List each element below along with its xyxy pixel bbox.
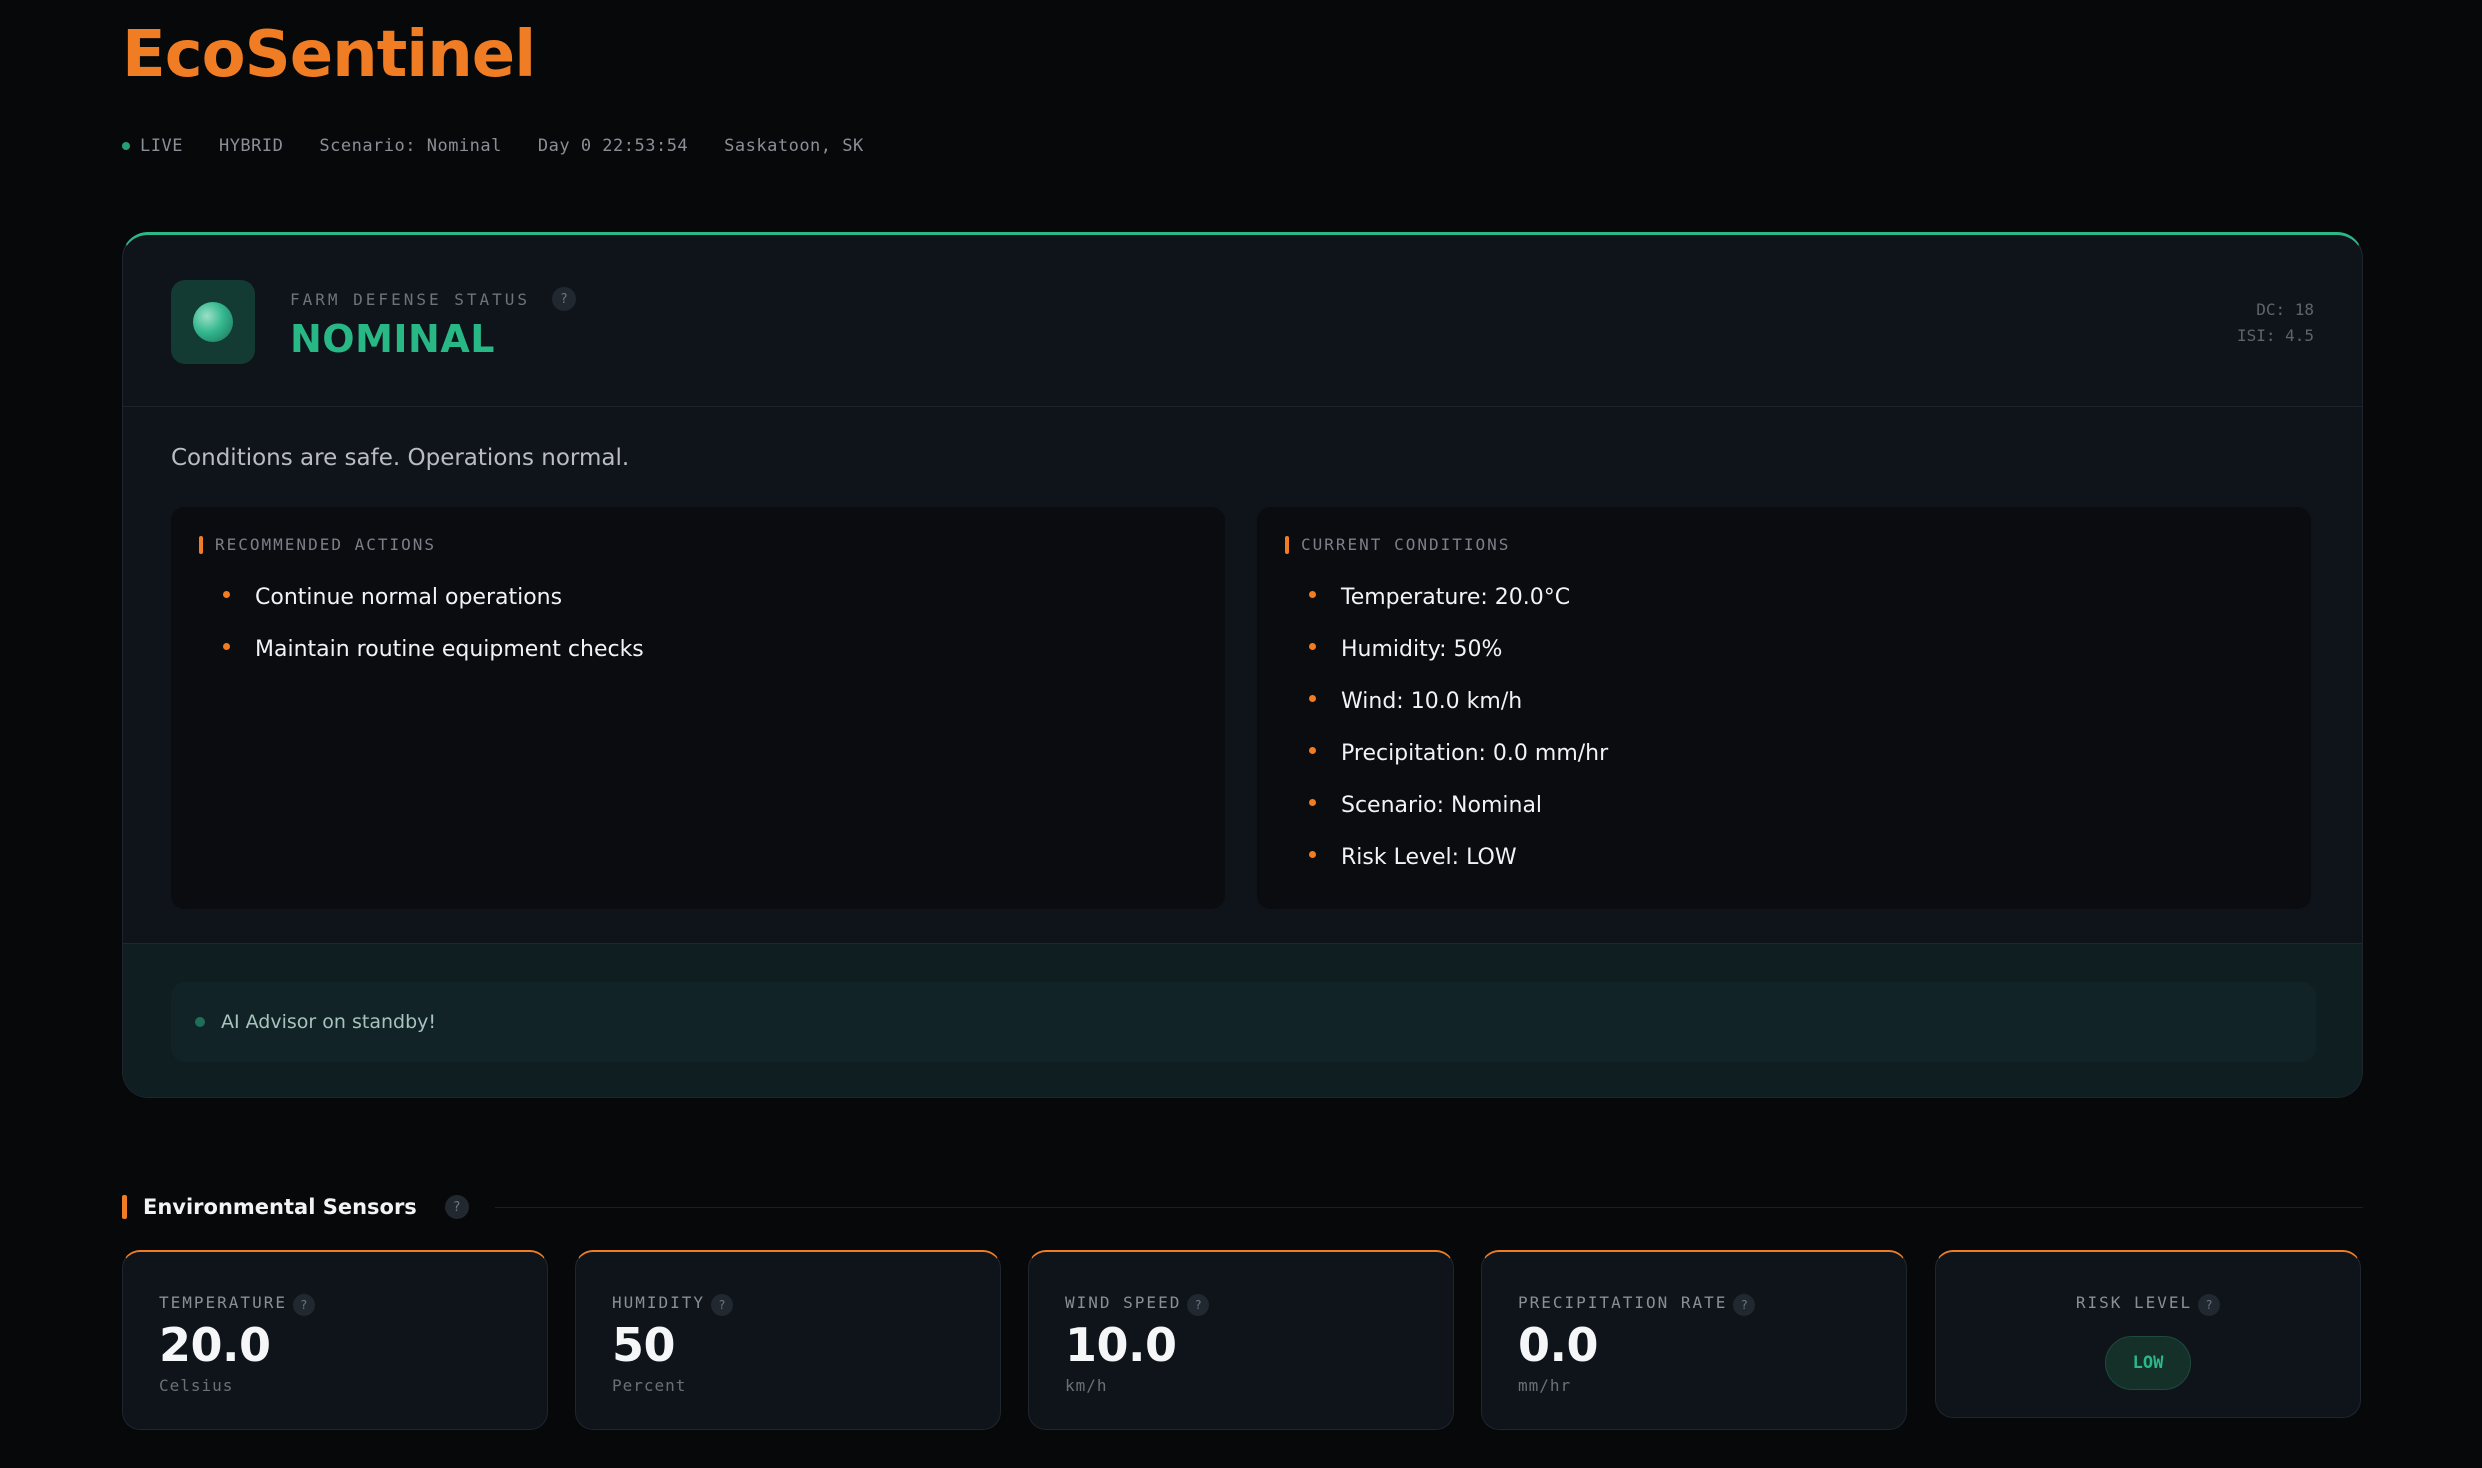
location-label: Saskatoon, SK (724, 136, 864, 156)
sensor-label-text: PRECIPITATION RATE (1518, 1292, 1728, 1312)
help-icon[interactable]: ? (1187, 1294, 1210, 1316)
sensor-card-risk-level[interactable]: RISK LEVEL ? LOW (1935, 1250, 2361, 1418)
help-icon[interactable]: ? (2198, 1294, 2221, 1316)
list-item: Continue normal operations (223, 585, 644, 637)
list-item: Temperature: 20.0°C (1309, 585, 1608, 637)
advisor-status-dot-icon (195, 1017, 205, 1027)
sensor-cards: TEMPERATURE ? 20.0 Celsius HUMIDITY ? 50… (122, 1250, 2363, 1430)
mode-label: HYBRID (218, 136, 284, 156)
sensor-label: HUMIDITY ? (612, 1288, 734, 1316)
accent-bar (122, 1195, 127, 1219)
sensor-card-temperature[interactable]: TEMPERATURE ? 20.0 Celsius (122, 1250, 548, 1430)
current-conditions-title: CURRENT CONDITIONS (1285, 535, 1510, 554)
current-conditions-list: Temperature: 20.0°C Humidity: 50% Wind: … (1309, 585, 1608, 897)
list-item: Humidity: 50% (1309, 637, 1608, 689)
accent-bar (199, 535, 203, 554)
sensor-label-text: WIND SPEED (1065, 1292, 1182, 1312)
scenario-label: Scenario: Nominal (319, 136, 502, 156)
sensor-label: RISK LEVEL ? (1936, 1288, 2360, 1316)
list-item: Scenario: Nominal (1309, 793, 1608, 845)
current-conditions-panel: CURRENT CONDITIONS Temperature: 20.0°C H… (1257, 507, 2311, 909)
defense-metrics: DC: 18 ISI: 4.5 (2237, 297, 2314, 349)
farm-defense-card: FARM DEFENSE STATUS ? NOMINAL DC: 18 ISI… (122, 232, 2363, 1098)
sensor-card-precipitation-rate[interactable]: PRECIPITATION RATE ? 0.0 mm/hr (1481, 1250, 1907, 1430)
recommended-actions-panel: RECOMMENDED ACTIONS Continue normal oper… (171, 507, 1225, 909)
isi-metric: ISI: 4.5 (2236, 326, 2314, 345)
sensor-value: 50 (612, 1318, 676, 1372)
section-divider (494, 1206, 2363, 1208)
app-title: EcoSentinel (122, 18, 536, 92)
risk-level-badge: LOW (2105, 1336, 2191, 1390)
clock-label: Day 0 22:53:54 (537, 136, 689, 156)
defense-status: NOMINAL (290, 317, 495, 361)
defense-label-text: FARM DEFENSE STATUS (290, 289, 531, 309)
sensor-value: 20.0 (159, 1318, 271, 1372)
list-item: Wind: 10.0 km/h (1309, 689, 1608, 741)
sensor-label-text: RISK LEVEL (2075, 1292, 2193, 1312)
recommended-actions-label: RECOMMENDED ACTIONS (215, 535, 437, 554)
live-label: LIVE (140, 136, 183, 156)
current-conditions-label: CURRENT CONDITIONS (1301, 535, 1511, 554)
dc-metric: DC: 18 (2256, 300, 2314, 319)
status-indicator (171, 280, 255, 364)
list-item: Maintain routine equipment checks (223, 637, 644, 689)
status-bar: LIVE HYBRID Scenario: Nominal Day 0 22:5… (122, 136, 864, 156)
defense-summary: Conditions are safe. Operations normal. (171, 445, 630, 471)
sensor-unit: km/h (1065, 1376, 1108, 1395)
advisor-message: AI Advisor on standby! (221, 1011, 436, 1033)
sensor-card-wind-speed[interactable]: WIND SPEED ? 10.0 km/h (1028, 1250, 1454, 1430)
help-icon[interactable]: ? (444, 1195, 469, 1219)
help-icon[interactable]: ? (552, 287, 577, 311)
sensor-unit: Celsius (159, 1376, 234, 1395)
sensor-label: TEMPERATURE ? (159, 1288, 315, 1316)
advisor-zone: AI Advisor on standby! (123, 943, 2362, 1097)
sensor-label: WIND SPEED ? (1065, 1288, 1210, 1316)
defense-label: FARM DEFENSE STATUS ? (290, 287, 577, 311)
sensor-unit: mm/hr (1518, 1376, 1572, 1395)
sensor-unit: Percent (612, 1376, 687, 1395)
environmental-sensors-header: Environmental Sensors ? (122, 1195, 2363, 1219)
sensor-label: PRECIPITATION RATE ? (1518, 1288, 1756, 1316)
section-title: Environmental Sensors (143, 1195, 417, 1219)
help-icon[interactable]: ? (1733, 1294, 1756, 1316)
list-item: Risk Level: LOW (1309, 845, 1608, 897)
accent-bar (1285, 535, 1289, 554)
ai-advisor-banner[interactable]: AI Advisor on standby! (171, 982, 2316, 1062)
sensor-label-text: HUMIDITY (612, 1292, 706, 1312)
recommended-actions-list: Continue normal operations Maintain rout… (223, 585, 644, 689)
help-icon[interactable]: ? (711, 1294, 734, 1316)
sensor-value: 0.0 (1518, 1318, 1599, 1372)
live-indicator: LIVE (122, 136, 183, 156)
shield-orb-icon (193, 302, 233, 342)
sensor-card-humidity[interactable]: HUMIDITY ? 50 Percent (575, 1250, 1001, 1430)
defense-header: FARM DEFENSE STATUS ? NOMINAL DC: 18 ISI… (123, 235, 2362, 407)
sensor-label-text: TEMPERATURE (159, 1292, 287, 1312)
live-dot-icon (122, 142, 130, 150)
recommended-actions-title: RECOMMENDED ACTIONS (199, 535, 436, 554)
list-item: Precipitation: 0.0 mm/hr (1309, 741, 1608, 793)
sensor-value: 10.0 (1065, 1318, 1177, 1372)
help-icon[interactable]: ? (292, 1294, 315, 1316)
